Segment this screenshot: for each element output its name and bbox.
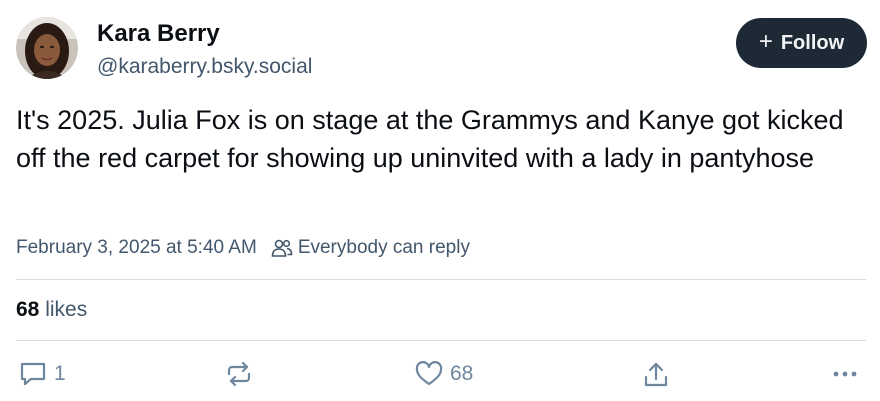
author-handle[interactable]: @karaberry.bsky.social <box>97 55 312 79</box>
more-options-button[interactable] <box>831 360 859 388</box>
post-meta: February 3, 2025 at 5:40 AM Everybody ca… <box>16 237 470 259</box>
like-button[interactable]: 68 <box>414 360 473 388</box>
post-timestamp[interactable]: February 3, 2025 at 5:40 AM <box>16 237 257 259</box>
reply-button[interactable]: 1 <box>18 360 66 388</box>
repost-button[interactable] <box>224 360 260 388</box>
reply-setting-label: Everybody can reply <box>297 237 470 258</box>
post-text: It's 2025. Julia Fox is on stage at the … <box>16 105 844 173</box>
people-icon <box>271 239 293 257</box>
reply-icon <box>20 362 46 386</box>
user-avatar-photo <box>16 17 78 79</box>
author-display-name[interactable]: Kara Berry <box>97 20 220 48</box>
share-icon <box>644 362 668 387</box>
divider <box>16 340 866 341</box>
divider <box>16 279 866 280</box>
share-button[interactable] <box>641 360 671 390</box>
like-icon <box>415 361 443 386</box>
reply-count: 1 <box>54 362 66 385</box>
likes-count: 68 <box>16 298 40 321</box>
plus-icon: + <box>758 28 773 55</box>
likes-label: likes <box>45 298 88 321</box>
more-icon <box>833 371 857 377</box>
follow-button[interactable]: + Follow <box>736 18 867 68</box>
reply-setting: Everybody can reply <box>271 237 470 259</box>
avatar[interactable] <box>16 17 78 79</box>
repost-icon <box>227 361 251 387</box>
like-count: 68 <box>450 362 474 385</box>
likes-summary[interactable]: 68 likes <box>16 298 87 322</box>
follow-button-label: Follow <box>780 31 845 54</box>
